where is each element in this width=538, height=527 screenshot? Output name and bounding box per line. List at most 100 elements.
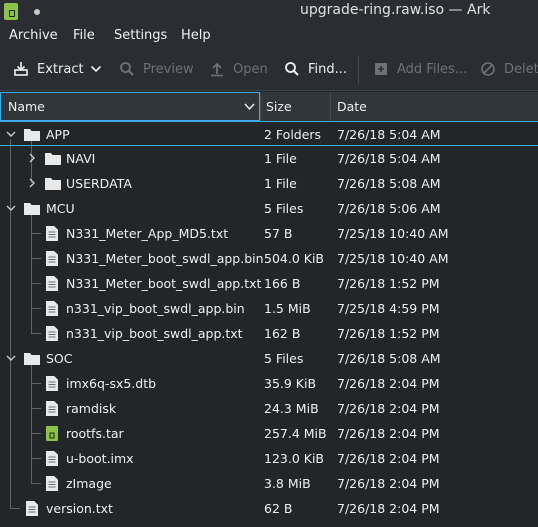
entry-size: 162 B: [264, 326, 301, 341]
preview-button[interactable]: Preview: [119, 52, 194, 86]
toolbar-separator: [358, 56, 359, 84]
keep-above-icon[interactable]: [34, 9, 40, 15]
folder-icon: [24, 129, 40, 141]
folder-row[interactable]: NAVI 1 File 7/26/18 5:04 AM: [0, 146, 538, 171]
text-file-icon: [46, 251, 58, 266]
preview-label: Preview: [143, 61, 194, 77]
entry-date: 7/26/18 5:08 AM: [337, 351, 441, 366]
chevron-down-icon[interactable]: [5, 128, 17, 140]
entry-date: 7/26/18 2:04 PM: [337, 476, 440, 491]
search-icon: [120, 62, 134, 76]
chevron-down-icon[interactable]: [5, 202, 17, 214]
file-row[interactable]: ramdisk 24.3 MiB 7/26/18 2:04 PM: [0, 396, 538, 421]
menu-archive[interactable]: Archive: [9, 28, 58, 43]
add-file-icon: [375, 63, 387, 75]
entry-size: 5 Files: [264, 351, 304, 366]
chevron-down-icon: [90, 65, 102, 73]
entry-name: ramdisk: [66, 401, 117, 416]
find-label: Find...: [308, 61, 348, 77]
entry-size: 5 Files: [264, 201, 304, 216]
table-header: Name Size Date: [0, 92, 538, 122]
entry-size: 24.3 MiB: [264, 401, 319, 416]
file-row[interactable]: zImage 3.8 MiB 7/26/18 2:04 PM: [0, 471, 538, 496]
column-date-label: Date: [337, 99, 367, 114]
file-row[interactable]: N331_Meter_boot_swdl_app.txt 166 B 7/26/18…: [0, 271, 538, 296]
column-divider[interactable]: [330, 92, 331, 121]
open-button[interactable]: Open: [209, 52, 268, 86]
tree-branch-line: [31, 283, 41, 284]
folder-icon: [45, 153, 61, 165]
menu-bar: Archive File Settings Help: [0, 24, 538, 48]
entry-size: 1 File: [264, 176, 297, 191]
column-divider[interactable]: [260, 92, 261, 121]
file-row[interactable]: rootfs.tar 257.4 MiB 7/26/18 2:04 PM: [0, 421, 538, 446]
chevron-down-icon[interactable]: [5, 352, 17, 364]
file-row[interactable]: imx6q-sx5.dtb 35.9 KiB 7/26/18 2:04 PM: [0, 371, 538, 396]
file-row[interactable]: N331_Meter_App_MD5.txt 57 B 7/25/18 10:40 …: [0, 221, 538, 246]
entry-size: 57 B: [264, 226, 293, 241]
entry-size: 62 B: [264, 501, 293, 516]
entry-name: imx6q-sx5.dtb: [66, 376, 157, 391]
entry-size: 1 File: [264, 151, 297, 166]
open-label: Open: [233, 61, 268, 77]
entry-name: version.txt: [46, 501, 113, 516]
folder-icon: [24, 353, 40, 365]
folder-icon: [24, 203, 40, 215]
entry-name: USERDATA: [66, 176, 132, 191]
entry-size: 257.4 MiB: [264, 426, 327, 441]
ark-app-icon[interactable]: [4, 3, 18, 20]
entry-name: SOC: [46, 351, 73, 366]
delete-button[interactable]: Delete: [480, 52, 538, 86]
toolbar: Extract Preview Open Find... Add Files..…: [0, 52, 538, 88]
entry-date: 7/25/18 10:40 AM: [337, 251, 449, 266]
file-row[interactable]: version.txt 62 B 7/26/18 2:04 PM: [0, 496, 538, 521]
entry-date: 7/26/18 1:52 PM: [337, 326, 440, 341]
folder-row[interactable]: MCU 5 Files 7/26/18 5:06 AM: [0, 196, 538, 221]
window-title: upgrade-ring.raw.iso — Ark: [300, 2, 491, 18]
file-row[interactable]: N331_Meter_boot_swdl_app.bin 504.0 KiB 7/2…: [0, 246, 538, 271]
entry-size: 35.9 KiB: [264, 376, 317, 391]
entry-size: 2 Folders: [264, 127, 322, 142]
text-file-icon: [46, 326, 58, 341]
add-files-button[interactable]: Add Files...: [373, 52, 467, 86]
find-button[interactable]: Find...: [284, 52, 347, 86]
tree-branch-line: [31, 333, 41, 334]
entry-size: 504.0 KiB: [264, 251, 325, 266]
entry-date: 7/26/18 2:04 PM: [337, 376, 440, 391]
archive-file-table[interactable]: Name Size Date APP 2 Folders 7/26/18 5:04 …: [0, 90, 538, 527]
entry-date: 7/25/18 10:40 AM: [337, 226, 449, 241]
entry-name: n331_vip_boot_swdl_app.txt: [66, 326, 243, 341]
entry-date: 7/26/18 5:04 AM: [337, 151, 441, 166]
menu-settings[interactable]: Settings: [114, 28, 167, 43]
folder-row[interactable]: APP 2 Folders 7/26/18 5:04 AM: [0, 121, 538, 146]
file-row[interactable]: n331_vip_boot_swdl_app.txt 162 B 7/26/18 1…: [0, 321, 538, 346]
text-file-icon: [46, 301, 58, 316]
entry-name: N331_Meter_App_MD5.txt: [66, 226, 229, 241]
tree-branch-line: [31, 258, 41, 259]
entry-name: N331_Meter_boot_swdl_app.bin: [66, 251, 264, 266]
upload-icon: [211, 62, 223, 77]
extract-menu-button[interactable]: [90, 52, 110, 86]
delete-icon: [481, 62, 495, 76]
chevron-right-icon[interactable]: [26, 177, 38, 189]
extract-button[interactable]: Extract: [13, 52, 84, 86]
text-file-icon: [46, 401, 58, 416]
extract-icon: [14, 62, 28, 76]
chevron-right-icon[interactable]: [26, 152, 38, 164]
folder-row[interactable]: USERDATA 1 File 7/26/18 5:08 AM: [0, 171, 538, 196]
folder-row[interactable]: SOC 5 Files 7/26/18 5:08 AM: [0, 346, 538, 371]
entry-name: zImage: [66, 476, 112, 491]
tree-branch-line: [31, 383, 41, 384]
column-header-name[interactable]: Name: [0, 92, 260, 121]
tree-branch-line: [31, 433, 41, 434]
menu-file[interactable]: File: [73, 28, 95, 43]
tree-branch-line: [31, 308, 41, 309]
column-header-size[interactable]: Size: [266, 92, 330, 121]
file-row[interactable]: u-boot.imx 123.0 KiB 7/26/18 2:04 PM: [0, 446, 538, 471]
delete-label: Delete: [504, 61, 538, 77]
tree-branch-line: [31, 233, 41, 234]
menu-help[interactable]: Help: [181, 28, 211, 43]
extract-label: Extract: [37, 61, 84, 77]
column-header-date[interactable]: Date: [337, 92, 537, 121]
file-row[interactable]: n331_vip_boot_swdl_app.bin 1.5 MiB 7/25/18…: [0, 296, 538, 321]
